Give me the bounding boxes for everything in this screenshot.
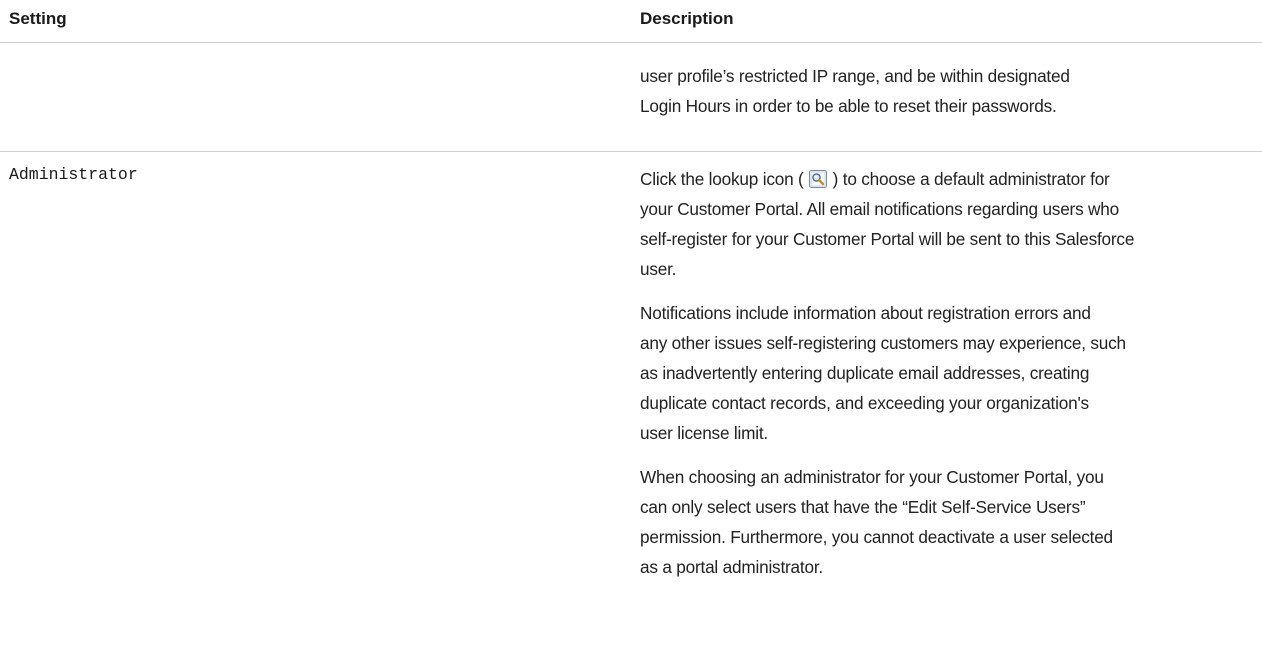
description-line: can only select users that have the “Edi… [640, 497, 1086, 517]
description-line: When choosing an administrator for your … [640, 467, 1104, 487]
table-row: Administrator Click the lookup icon ( ) … [0, 152, 1262, 662]
description-paragraph: Notifications include information about … [640, 298, 1245, 448]
description-text: ) to choose a default administrator for [828, 169, 1110, 189]
description-cell: Click the lookup icon ( ) to choose a de… [640, 164, 1245, 596]
description-line: your Customer Portal. All email notifica… [640, 199, 1119, 219]
header-description: Description [640, 9, 734, 28]
table-row: user profile’s restricted IP range, and … [0, 43, 1262, 152]
description-cell: user profile’s restricted IP range, and … [640, 61, 1245, 135]
header-setting: Setting [9, 9, 67, 28]
lookup-icon [809, 167, 828, 188]
description-text: Click the lookup icon ( [640, 169, 809, 189]
description-line: as inadvertently entering duplicate emai… [640, 363, 1090, 383]
description-line: user. [640, 259, 677, 279]
description-paragraph: When choosing an administrator for your … [640, 462, 1245, 582]
description-line: permission. Furthermore, you cannot deac… [640, 527, 1113, 547]
description-line: any other issues self-registering custom… [640, 333, 1126, 353]
description-line: user license limit. [640, 423, 769, 443]
description-line: as a portal administrator. [640, 557, 823, 577]
description-line: duplicate contact records, and exceeding… [640, 393, 1089, 413]
table-header: Setting Description [0, 0, 1262, 43]
description-line: Notifications include information about … [640, 303, 1091, 323]
description-line: self-register for your Customer Portal w… [640, 229, 1135, 249]
description-paragraph: user profile’s restricted IP range, and … [640, 61, 1245, 121]
setting-cell: Administrator [9, 165, 138, 184]
settings-table: Setting Description user profile’s restr… [0, 0, 1262, 662]
description-paragraph: Click the lookup icon ( ) to choose a de… [640, 164, 1245, 284]
description-line: Login Hours in order to be able to reset… [640, 96, 1057, 116]
description-line: user profile’s restricted IP range, and … [640, 66, 1070, 86]
